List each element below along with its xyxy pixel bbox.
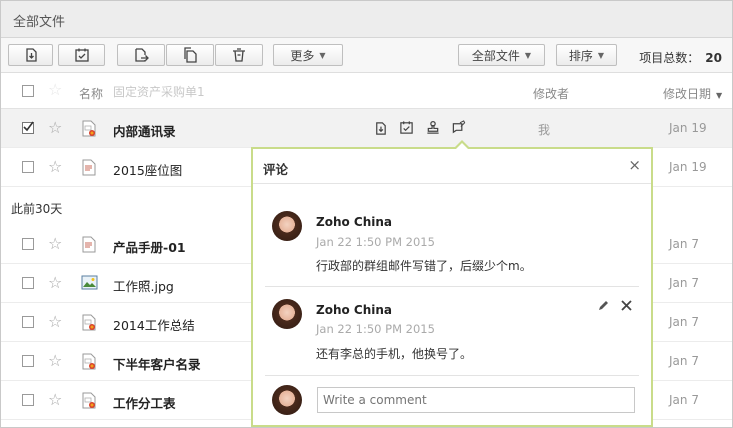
row-checkbox[interactable]: [22, 121, 34, 134]
modified-date: Jan 19: [669, 160, 707, 174]
column-date[interactable]: 修改日期 ▼: [663, 85, 722, 102]
spreadsheet-file-icon: [82, 314, 96, 331]
file-name[interactable]: 工作照.jpg: [113, 276, 174, 295]
file-manager-window: 全部文件 更多 ▼ 全部文件 ▼ 排序 ▼ 项目总数： 20 ☆ 名称 固定资产…: [0, 0, 733, 428]
comments-title: 评论: [263, 162, 289, 177]
more-button[interactable]: 更多 ▼: [273, 44, 343, 66]
file-name[interactable]: 产品手册-01: [113, 237, 186, 256]
title-bar: 全部文件: [1, 1, 732, 38]
page-title: 全部文件: [13, 15, 66, 30]
comments-popup: 评论 × Zoho China Jan 22 1:50 PM 2015 行政部的…: [251, 147, 653, 427]
chevron-down-icon: ▼: [524, 50, 532, 60]
sort-down-icon: ▼: [716, 91, 723, 100]
row-checkbox[interactable]: [22, 277, 34, 289]
popup-pointer-inner: [456, 143, 468, 149]
download-file-icon: [25, 48, 37, 62]
checkmark-icon: [23, 121, 34, 132]
star-icon[interactable]: ☆: [48, 275, 62, 291]
column-modifier[interactable]: 修改者: [533, 85, 569, 102]
avatar: [272, 211, 302, 241]
sort-button[interactable]: 排序 ▼: [556, 44, 617, 66]
comment-input[interactable]: [317, 387, 635, 413]
star-icon[interactable]: ☆: [48, 392, 62, 408]
modified-date: Jan 7: [669, 237, 699, 251]
trash-icon: [233, 48, 245, 62]
column-name[interactable]: 名称: [79, 85, 103, 102]
download-button[interactable]: [8, 44, 53, 66]
image-file-icon: [81, 275, 98, 290]
comments-header: 评论 ×: [253, 149, 651, 184]
group-header: 此前30天: [11, 202, 63, 216]
modified-date: Jan 7: [669, 393, 699, 407]
task-button[interactable]: [58, 44, 105, 66]
chevron-down-icon: ▼: [319, 50, 326, 60]
modified-date: Jan 7: [669, 315, 699, 329]
column-date-label: 修改日期: [663, 87, 712, 101]
file-name[interactable]: 2015座位图: [113, 160, 182, 179]
spreadsheet-file-icon: [82, 353, 96, 370]
row-checkbox[interactable]: [22, 238, 34, 250]
comment-time: Jan 22 1:50 PM 2015: [316, 235, 435, 249]
copy-icon: [184, 47, 197, 63]
star-icon[interactable]: ☆: [48, 353, 62, 369]
all-files-label: 全部文件: [471, 48, 520, 63]
close-icon[interactable]: ×: [628, 156, 641, 174]
document-file-icon: [82, 159, 96, 176]
ghost-drag-text: 固定资产采购单1: [113, 85, 205, 99]
document-file-icon: [82, 236, 96, 253]
item-count-label: 项目总数：: [639, 51, 700, 65]
divider: [265, 286, 639, 287]
calendar-check-icon[interactable]: [399, 120, 414, 135]
edit-pencil-icon[interactable]: [597, 299, 610, 312]
calendar-check-icon: [74, 48, 89, 62]
download-file-icon[interactable]: [373, 121, 388, 136]
row-checkbox[interactable]: [22, 316, 34, 328]
sort-label: 排序: [568, 48, 593, 63]
toolbar: 更多 ▼ 全部文件 ▼ 排序 ▼ 项目总数： 20: [1, 38, 732, 73]
comment-text: 还有李总的手机，他换号了。: [316, 347, 473, 361]
table-row[interactable]: ☆ 内部通讯录 我 Jan 19: [1, 109, 732, 148]
file-name[interactable]: 下半年客户名录: [113, 354, 201, 373]
item-count-value: 20: [705, 51, 722, 65]
move-file-icon: [135, 48, 149, 62]
modified-date: Jan 19: [669, 121, 707, 135]
file-name[interactable]: 内部通讯录: [113, 121, 176, 140]
comment-time: Jan 22 1:50 PM 2015: [316, 322, 435, 336]
avatar: [272, 299, 302, 329]
column-header: ☆ 名称 固定资产采购单1 修改者 修改日期 ▼: [1, 73, 732, 109]
file-name[interactable]: 2014工作总结: [113, 315, 195, 334]
divider: [265, 375, 639, 376]
all-files-filter[interactable]: 全部文件 ▼: [458, 44, 545, 66]
avatar: [272, 385, 302, 415]
star-icon[interactable]: ☆: [48, 314, 62, 330]
stamp-icon[interactable]: [425, 120, 441, 135]
row-checkbox[interactable]: [22, 394, 34, 406]
copy-button[interactable]: [166, 44, 214, 66]
file-name[interactable]: 工作分工表: [113, 393, 176, 412]
modifier: 我: [538, 123, 551, 137]
item-count: 项目总数： 20: [639, 49, 722, 66]
star-icon[interactable]: ☆: [48, 120, 62, 136]
delete-x-icon[interactable]: [621, 300, 632, 311]
star-icon[interactable]: ☆: [48, 236, 62, 252]
comment-icon[interactable]: [451, 120, 467, 135]
comment-text: 行政部的群组邮件写错了，后缀少个m。: [316, 259, 532, 273]
more-button-label: 更多: [290, 48, 315, 63]
spreadsheet-file-icon: [82, 120, 96, 137]
move-button[interactable]: [117, 44, 165, 66]
select-all-checkbox[interactable]: [22, 85, 34, 97]
comment-author: Zoho China: [316, 215, 393, 229]
row-checkbox[interactable]: [22, 161, 34, 173]
modified-date: Jan 7: [669, 354, 699, 368]
row-checkbox[interactable]: [22, 355, 34, 367]
spreadsheet-file-icon: [82, 392, 96, 409]
star-icon[interactable]: ☆: [48, 159, 62, 175]
delete-button[interactable]: [215, 44, 263, 66]
modified-date: Jan 7: [669, 276, 699, 290]
chevron-down-icon: ▼: [597, 50, 605, 60]
star-header-icon: ☆: [48, 80, 63, 99]
comment-author: Zoho China: [316, 303, 393, 317]
